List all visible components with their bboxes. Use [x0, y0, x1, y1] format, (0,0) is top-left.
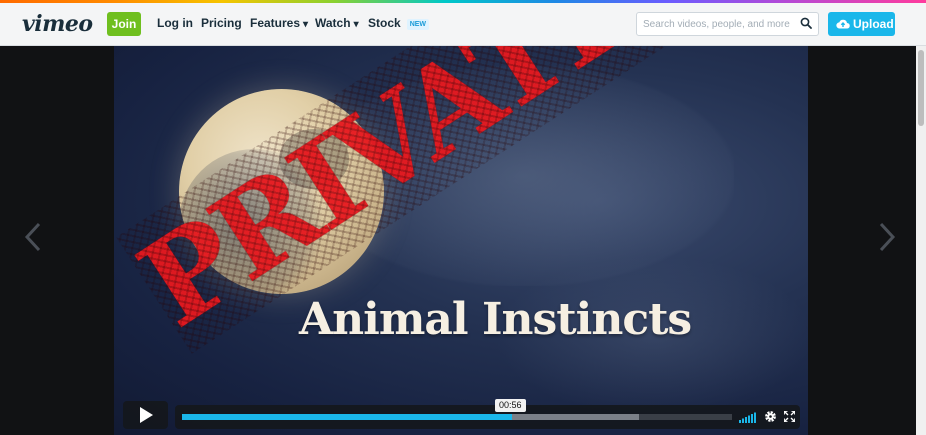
previous-arrow-icon[interactable]: [24, 222, 42, 252]
progress-bar[interactable]: [182, 414, 732, 420]
features-menu[interactable]: Features ▾: [250, 16, 308, 30]
new-badge: NEW: [406, 19, 430, 30]
chevron-down-icon: ▾: [353, 19, 359, 30]
login-link[interactable]: Log in: [157, 16, 193, 30]
pricing-link[interactable]: Pricing: [201, 16, 242, 30]
upload-button[interactable]: Upload: [828, 12, 895, 36]
features-label: Features: [250, 16, 301, 30]
fullscreen-icon[interactable]: [784, 411, 795, 422]
video-poster[interactable]: PRIVATE Animal Instincts: [114, 46, 808, 435]
join-button[interactable]: Join: [107, 12, 141, 36]
watch-label: Watch: [315, 16, 351, 30]
vimeo-logo[interactable]: vimeo: [22, 11, 93, 37]
player-controls: [175, 405, 800, 429]
stock-label: Stock: [368, 16, 401, 30]
search-input[interactable]: [637, 13, 809, 35]
next-arrow-icon[interactable]: [878, 222, 896, 252]
play-icon: [140, 407, 153, 423]
search-icon[interactable]: [800, 17, 812, 29]
time-tooltip: 00:56: [495, 399, 526, 412]
scrollbar-thumb[interactable]: [918, 50, 924, 126]
page-scrollbar[interactable]: [916, 46, 926, 435]
chevron-down-icon: ▾: [303, 19, 309, 30]
settings-gear-icon[interactable]: [764, 410, 777, 423]
poster-title: Animal Instincts: [299, 294, 692, 345]
stock-link[interactable]: Stock NEW: [368, 16, 430, 30]
search-box[interactable]: [636, 12, 819, 36]
play-button[interactable]: [123, 401, 168, 429]
watch-menu[interactable]: Watch ▾: [315, 16, 359, 30]
cloud-upload-icon: [836, 19, 850, 29]
upload-label: Upload: [853, 17, 894, 31]
top-navigation: vimeo Join Log in Pricing Features ▾ Watc…: [0, 3, 926, 46]
volume-icon[interactable]: [739, 411, 757, 423]
played-progress: [182, 414, 512, 420]
